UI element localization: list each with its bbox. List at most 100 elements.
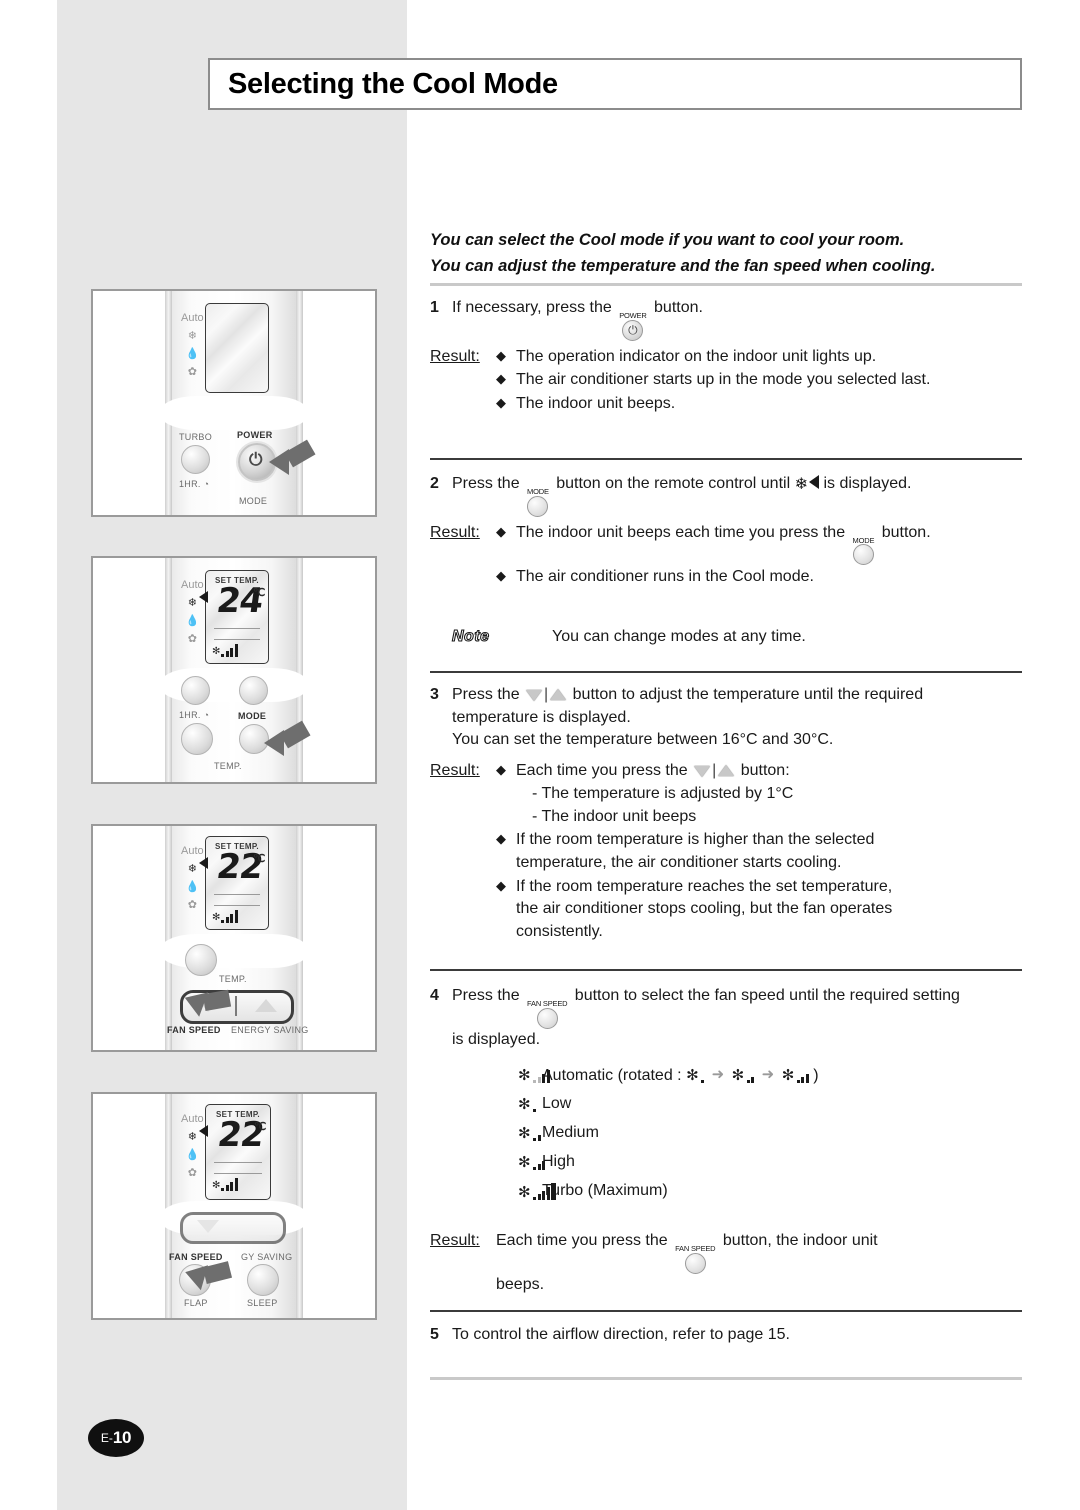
step-2-text-before: Press the — [452, 475, 520, 492]
pointer-triangle-icon — [808, 475, 819, 489]
note-text: You can change modes at any time. — [552, 627, 806, 645]
one-hour-button[interactable] — [185, 944, 217, 976]
step-1-bullet-2: The air conditioner starts up in the mod… — [516, 371, 931, 389]
fan-speed-option-medium: ✻ Medium — [430, 1119, 1030, 1148]
temp-label: TEMP. — [214, 761, 242, 771]
illustration-panel-power-button: Auto ❄ 💧 ✿ TURBO POWER ⏻ 1HR. ◔ MODE — [91, 289, 377, 517]
step-3-line-3: You can set the temperature between 16°C… — [452, 731, 834, 749]
intro-line-2: You can adjust the temperature and the f… — [430, 256, 936, 275]
fan-speed-knob-icon — [684, 1252, 706, 1274]
power-button[interactable] — [239, 676, 268, 705]
fan-speed-label-high: High — [542, 1153, 575, 1171]
remote-edge-right — [296, 558, 303, 782]
fan-speed-label: FAN SPEED — [167, 1025, 221, 1035]
mode-button-inline[interactable]: MODE — [527, 488, 549, 517]
fan-speed-button-inline[interactable]: FAN SPEED — [675, 1245, 716, 1274]
mode-dry-icon: 💧 — [185, 1149, 200, 1161]
energy-saving-label: ENERGY SAVING — [231, 1025, 309, 1035]
mode-selection-pointer-icon — [199, 857, 208, 869]
step-1-bullet-3: The indoor unit beeps. — [516, 394, 676, 412]
temp-up-icon[interactable] — [550, 689, 567, 700]
step-2-bullet-1-after: button. — [881, 523, 931, 541]
fan-speed-label-turbo: Turbo (Maximum) — [542, 1182, 668, 1200]
fan-icon-medium: ✻ — [518, 1126, 541, 1142]
step-4-result-line-2: beeps. — [496, 1275, 545, 1293]
temp-down-icon[interactable] — [526, 690, 543, 701]
fan-speed-label-low: Low — [542, 1095, 572, 1113]
temp-down-icon[interactable] — [694, 766, 711, 778]
mode-auto-icon: Auto — [181, 1113, 204, 1125]
mode-auto-icon: Auto — [181, 579, 204, 591]
mode-button-inline[interactable]: MODE — [852, 535, 875, 565]
mode-icon-column: Auto ❄ 💧 ✿ — [181, 313, 204, 378]
page-number-badge: E- 10 — [88, 1419, 144, 1457]
lcd-display — [205, 303, 269, 393]
power-button-inline[interactable]: POWER ⏻ — [619, 312, 647, 341]
fan-speed-options-list: ✻ Automatic (rotated : ✻ ➜ ✻ ➜ ✻ ) ✻ Low — [430, 1061, 1030, 1206]
mode-cool-icon: ❄ — [187, 597, 197, 609]
arrow-right-icon: ➜ — [711, 1065, 725, 1083]
step-5-number: 5 — [430, 1326, 439, 1343]
step-3-bullet-1-before: Each time you press the — [516, 762, 688, 780]
fan-speed-label: FAN SPEED — [169, 1252, 223, 1262]
step-3-bullet-3-line-2: the air conditioner stops cooling, but t… — [516, 900, 893, 918]
turbo-button[interactable] — [181, 445, 210, 474]
mode-dry-icon: 💧 — [185, 881, 200, 893]
mode-dry-icon: 💧 — [185, 615, 200, 627]
temp-rocker-button[interactable] — [180, 1212, 286, 1244]
one-hour-button[interactable] — [181, 723, 213, 755]
illustration-panel-fan-speed-button: SET TEMP. 22 ℃ ✻ Auto ❄ 💧 ✿ FAN SPEED GY… — [91, 1092, 377, 1320]
separator-step-2-3 — [430, 671, 1022, 673]
fan-speed-label-medium: Medium — [542, 1124, 599, 1142]
fan-speed-label-automatic: Automatic (rotated : — [542, 1066, 682, 1084]
mode-dry-icon: 💧 — [185, 348, 200, 360]
step-4-number: 4 — [430, 987, 439, 1004]
fan-speed-automatic-close-paren: ) — [813, 1066, 819, 1084]
bullet-diamond-icon: ◆ — [496, 762, 506, 778]
arrow-right-icon: ➜ — [761, 1065, 775, 1083]
step-2-result-label: Result: — [430, 523, 480, 541]
step-2-bullet-1-before: The indoor unit beeps each time you pres… — [516, 523, 846, 541]
mode-fan-icon: ✿ — [187, 899, 197, 911]
step-3-bullet-2-line-2: temperature, the air conditioner starts … — [516, 854, 842, 872]
temperature-unit: ℃ — [253, 853, 266, 865]
mode-button-caption: MODE — [852, 535, 875, 545]
step-3-result-label: Result: — [430, 762, 480, 780]
note-block: Note You can change modes at any time. — [451, 626, 1030, 649]
temp-up-icon[interactable] — [718, 765, 735, 777]
fan-speed-button-inline[interactable]: FAN SPEED — [527, 1000, 568, 1029]
one-hour-label: 1HR. ◔ — [179, 710, 210, 720]
step-3-bullet-1-after: button: — [740, 762, 790, 780]
page-badge-number: 10 — [112, 1428, 132, 1447]
power-glyph-icon: ⏻ — [622, 319, 644, 341]
remote-control-illustration-1: Auto ❄ 💧 ✿ TURBO POWER ⏻ 1HR. ◔ MODE — [159, 291, 316, 515]
turbo-label: TURBO — [179, 432, 212, 442]
page-title-box: Selecting the Cool Mode — [208, 58, 1022, 110]
fan-speed-option-high: ✻ High — [430, 1148, 1030, 1177]
cool-snowflake-icon: ❄ — [794, 476, 808, 493]
step-2: 2 Press the MODE button on the remote co… — [430, 473, 1030, 648]
turbo-button[interactable] — [181, 676, 210, 705]
remote-edge-left — [165, 558, 172, 782]
separator-bottom — [430, 1377, 1022, 1380]
temperature-unit: ℃ — [253, 587, 266, 599]
illustration-panel-mode-button: SET TEMP. 24 ℃ ✻ Auto ❄ 💧 ✿ 1HR. ◔ MODE … — [91, 556, 377, 784]
mode-knob-icon — [527, 495, 549, 517]
temp-down-icon — [197, 1220, 219, 1233]
flap-label: FLAP — [184, 1298, 208, 1308]
energy-saving-button[interactable] — [247, 1264, 279, 1296]
step-3-text-mid: button to adjust the temperature until t… — [572, 686, 924, 703]
lcd-display: SET TEMP. 22 ℃ ✻ — [205, 836, 269, 930]
step-4: 4 Press the FAN SPEED button to select t… — [430, 985, 1030, 1296]
fan-icon-medium-small: ✻ — [732, 1068, 755, 1083]
step-4-text-before: Press the — [452, 987, 520, 1004]
step-3-bullet-3-line-1: If the room temperature reaches the set … — [516, 877, 893, 895]
bullet-diamond-icon: ◆ — [496, 371, 506, 387]
separator-step-3-4 — [430, 969, 1022, 971]
mode-auto-icon: Auto — [181, 845, 204, 857]
separator-top — [430, 283, 1022, 286]
lcd-display: SET TEMP. 22 ℃ ✻ — [205, 1104, 271, 1200]
remote-control-illustration-4: SET TEMP. 22 ℃ ✻ Auto ❄ 💧 ✿ FAN SPEED GY… — [159, 1094, 309, 1318]
fan-speed-option-low: ✻ Low — [430, 1090, 1030, 1119]
fan-icon-low-small: ✻ — [686, 1068, 705, 1083]
